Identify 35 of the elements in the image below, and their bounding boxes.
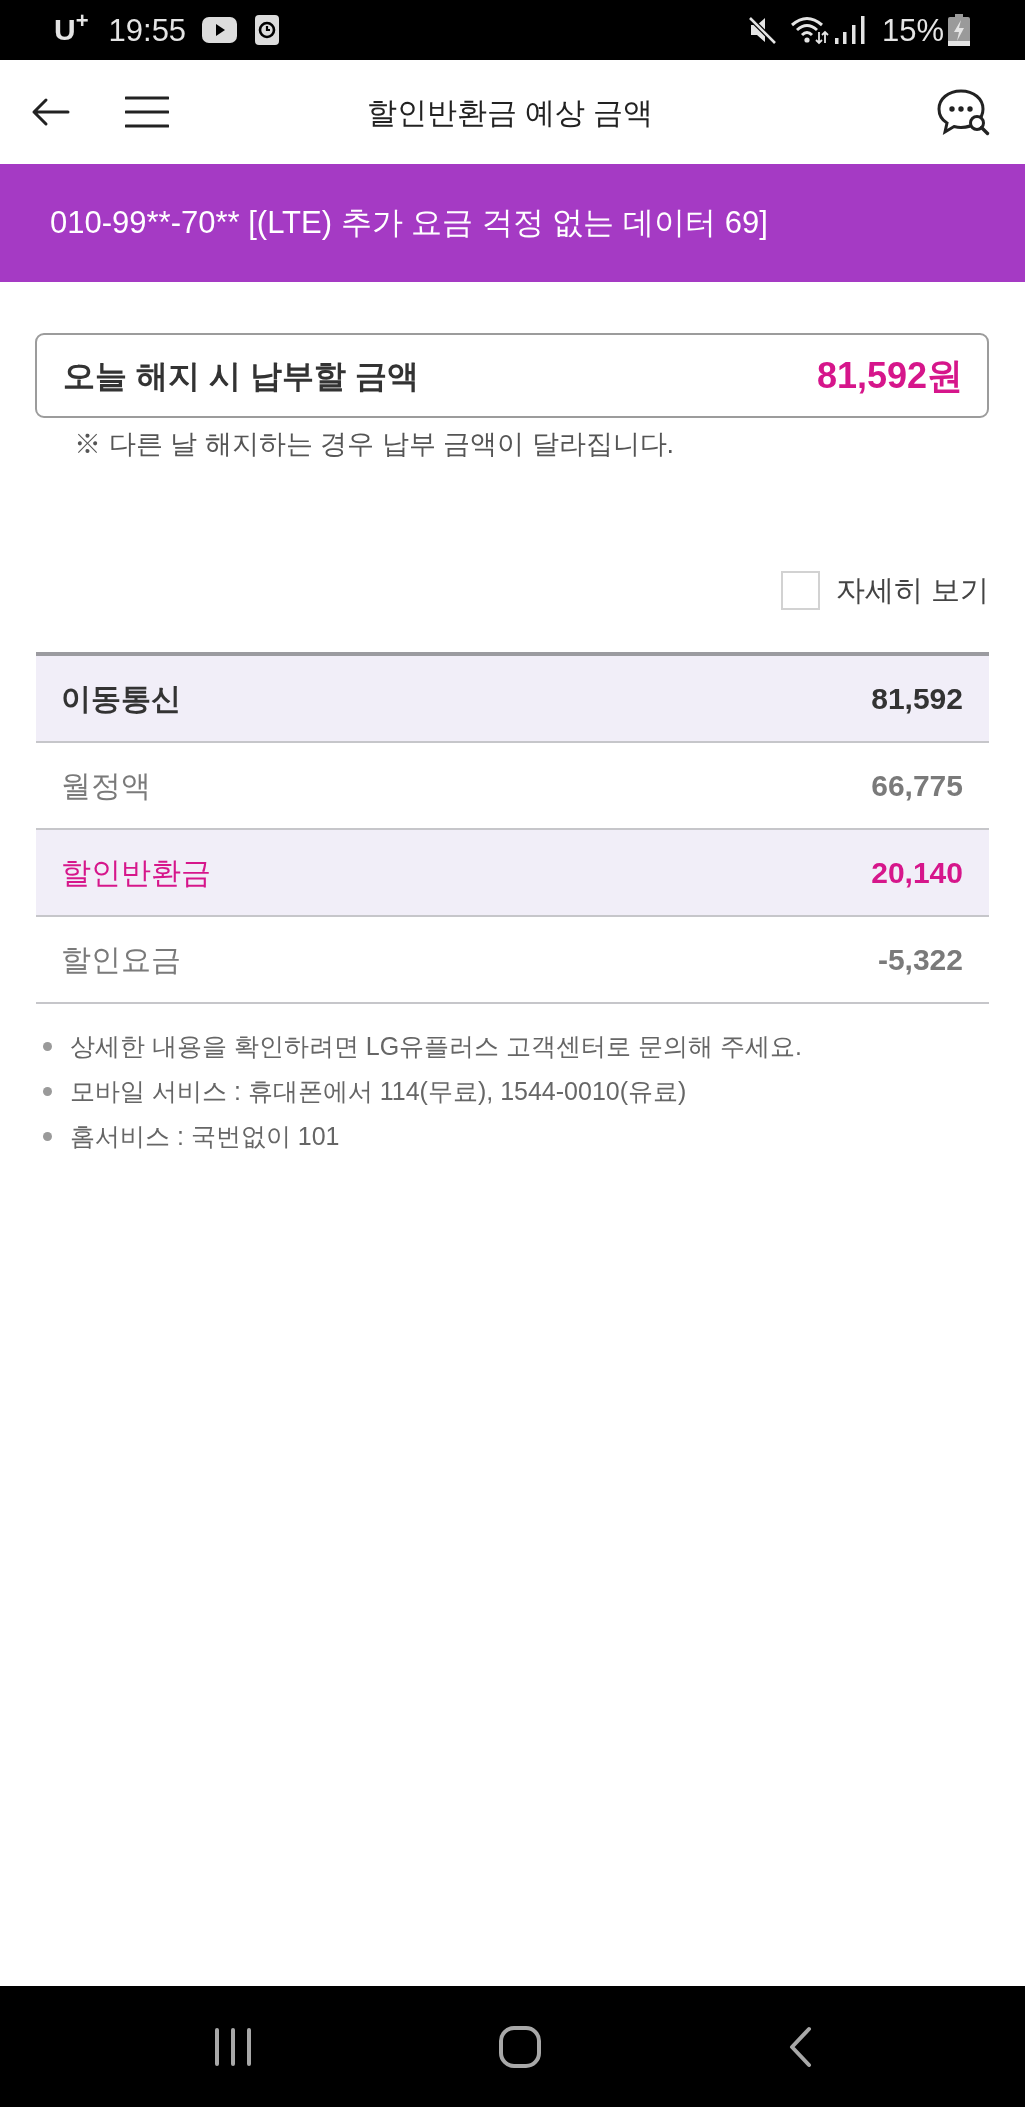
mute-icon [746,15,778,45]
bullet-icon [43,1042,52,1051]
page-title: 할인반환금 예상 금액 [366,94,654,131]
row-label: 월정액 [61,768,151,804]
row-value: 81,592 [871,681,963,717]
amount-note: ※ 다른 날 해지하는 경우 납부 금액이 달라집니다. [74,428,675,461]
note-text: 홈서비스 : 국번없이 101 [70,1120,340,1152]
row-label: 할인요금 [61,942,181,978]
note-text: 상세한 내용을 확인하려면 LG유플러스 고객센터로 문의해 주세요. [70,1030,802,1062]
bullet-icon [43,1132,52,1141]
details-label[interactable]: 자세히 보기 [835,568,989,612]
details-checkbox[interactable] [780,570,820,610]
chat-search-icon[interactable] [936,88,990,136]
clock-icon [255,15,280,45]
row-value: -5,322 [877,942,963,978]
row-label: 이동통신 [61,681,181,717]
menu-icon[interactable] [125,96,169,128]
row-value: 20,140 [871,855,963,891]
note-text: 모바일 서비스 : 휴대폰에서 114(무료), 1544-0010(유료) [70,1075,687,1107]
recent-apps-icon[interactable] [212,2026,253,2067]
carrier-name: U$^{+}$ [54,15,89,45]
wifi-icon [789,15,829,45]
row-value: 66,775 [871,768,963,804]
total-amount: 81,592원 [816,353,963,398]
row-label: 할인반환금 [61,855,211,891]
total-label: 오늘 해지 시 납부할 금액 [63,356,419,396]
home-icon[interactable] [497,2024,542,2069]
back-icon[interactable] [30,97,70,127]
signal-icon [834,16,865,44]
plan-title: 010-99**-70** [(LTE) 추가 요금 걱정 없는 데이터 69] [50,203,768,242]
play-icon [202,17,238,43]
battery-icon [948,14,970,46]
bullet-icon [43,1087,52,1096]
clock-time: 19:55 [108,14,187,46]
battery-percent: 15% [881,14,944,46]
